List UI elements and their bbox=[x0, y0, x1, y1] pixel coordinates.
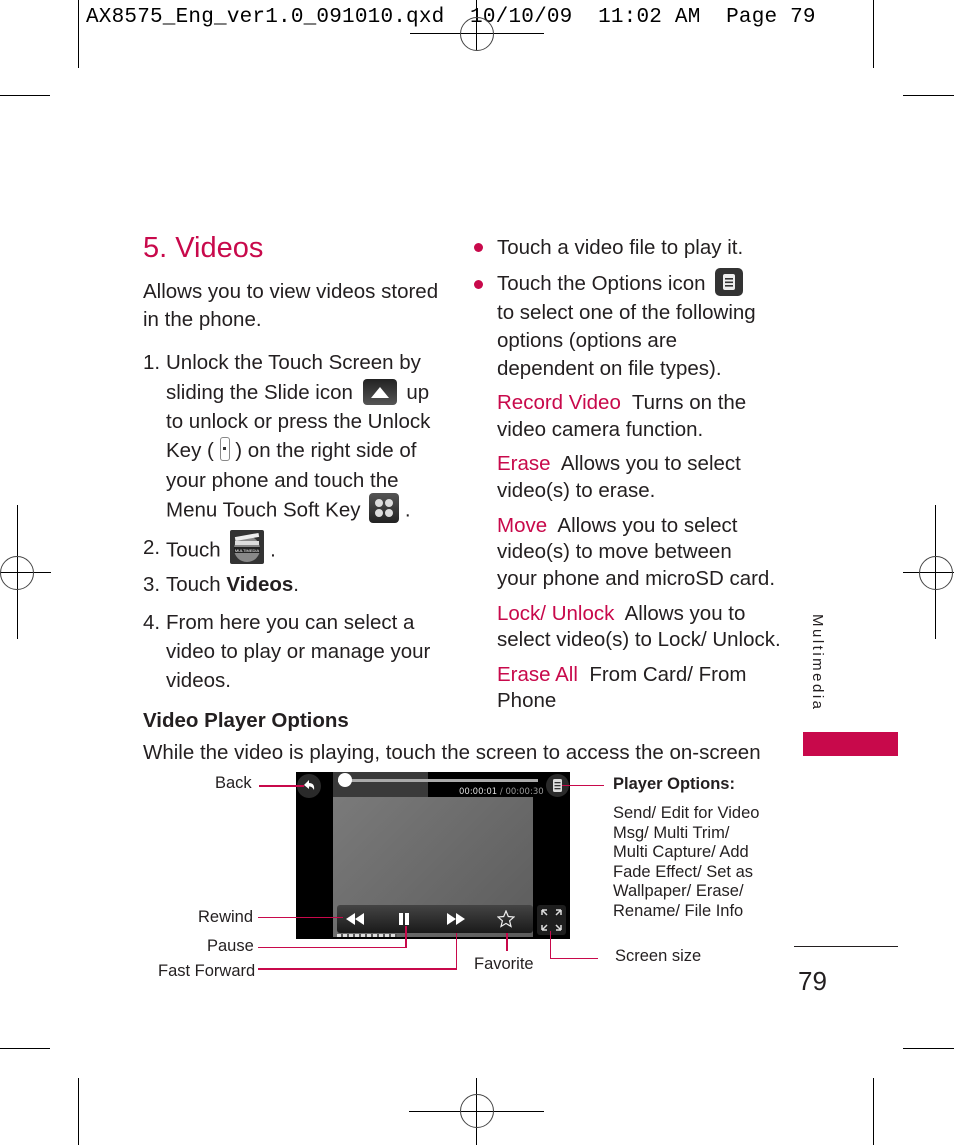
callout-screen-size: Screen size bbox=[615, 947, 702, 965]
screen-size-button[interactable] bbox=[537, 905, 566, 935]
multimedia-icon: MULTIMEDIA bbox=[230, 530, 265, 564]
progress-track[interactable] bbox=[338, 779, 538, 782]
bullet-dot bbox=[474, 243, 483, 252]
options-icon bbox=[715, 267, 744, 296]
section-title: 5. Videos bbox=[143, 232, 264, 264]
progress-knob[interactable] bbox=[337, 773, 352, 787]
intro-line-2: in the phone. bbox=[143, 308, 262, 331]
bullet-1: Touch a video file to play it. bbox=[497, 236, 744, 259]
slide-up-icon bbox=[362, 378, 397, 405]
side-tab-label: Multimedia bbox=[809, 614, 826, 712]
callout-player-options-title: Player Options: bbox=[613, 775, 735, 793]
pause-icon[interactable] bbox=[397, 912, 411, 926]
page-number: 79 bbox=[798, 966, 827, 996]
player-intro: While the video is playing, touch the sc… bbox=[143, 741, 761, 764]
rewind-icon[interactable] bbox=[344, 912, 366, 926]
page-number-rule bbox=[794, 946, 898, 948]
callout-player-options-list: Send/ Edit for Video Msg/ Multi Trim/ Mu… bbox=[613, 804, 760, 920]
callout-favorite: Favorite bbox=[474, 955, 534, 973]
intro-line-1: Allows you to view videos stored bbox=[143, 280, 439, 303]
callout-rewind: Rewind bbox=[198, 908, 254, 926]
time-readout: 00:00:01 / 00:00:30 bbox=[459, 787, 544, 797]
subheading: Video Player Options bbox=[143, 709, 349, 732]
menu-soft-key-icon bbox=[369, 493, 400, 523]
video-player-screenshot: 00:00:01 / 00:00:30 bbox=[296, 772, 570, 939]
control-bar bbox=[337, 905, 533, 933]
callout-fast-forward: Fast Forward bbox=[158, 962, 256, 980]
expand-icon bbox=[541, 909, 562, 931]
fast-forward-icon[interactable] bbox=[445, 912, 467, 926]
favorite-star-icon[interactable] bbox=[497, 910, 515, 928]
bullet-dot bbox=[474, 280, 483, 289]
side-tab-marker bbox=[803, 732, 898, 756]
svg-text:MULTIMEDIA: MULTIMEDIA bbox=[235, 548, 260, 553]
callout-back: Back bbox=[215, 774, 252, 792]
callout-pause: Pause bbox=[207, 937, 254, 955]
print-slug: AX8575_Eng_ver1.0_091010.qxd 10/10/09 11… bbox=[86, 6, 816, 29]
unlock-key-icon bbox=[219, 436, 230, 461]
